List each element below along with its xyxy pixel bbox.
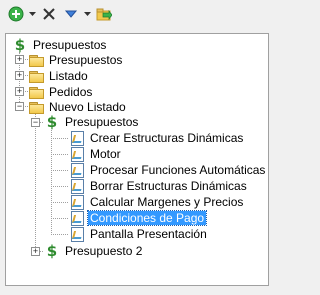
tree-node-label: Calcular Margenes y Precios — [90, 195, 244, 209]
document-icon — [69, 130, 85, 146]
tree-item[interactable]: Motor — [69, 146, 123, 162]
tree-node-presupuesto-2[interactable]: $ Presupuesto 2 — [44, 243, 144, 259]
tree-item[interactable]: Pantalla Presentación — [69, 226, 209, 242]
blue-arrow-down-icon — [64, 10, 78, 18]
tree-item[interactable]: Calcular Margenes y Precios — [69, 194, 245, 210]
dollar-icon: $ — [14, 36, 26, 54]
document-icon — [69, 162, 85, 178]
expand-toggle[interactable]: + — [15, 87, 24, 96]
tree-node-label: Presupuesto 2 — [65, 244, 143, 258]
tree-item-selected[interactable]: Condiciones de Pago — [69, 210, 208, 226]
tree-node-root[interactable]: $ Presupuestos — [12, 37, 108, 53]
expand-toggle[interactable]: + — [31, 247, 40, 256]
tree-node-label: Procesar Funciones Automáticas — [90, 163, 266, 177]
dollar-icon: $ — [46, 242, 58, 260]
folder-arrow-icon — [96, 8, 112, 21]
tree-node-label: Presupuestos — [65, 115, 139, 129]
document-icon — [69, 194, 85, 210]
tree-item[interactable]: Crear Estructuras Dinámicas — [69, 130, 245, 146]
move-down-button[interactable] — [62, 5, 80, 23]
document-icon — [69, 226, 85, 242]
tree-node-label: Pantalla Presentación — [90, 227, 207, 241]
tree-item[interactable]: Borrar Estructuras Dinámicas — [69, 178, 249, 194]
add-dropdown[interactable] — [27, 5, 37, 23]
tree-node-label: Crear Estructuras Dinámicas — [90, 131, 244, 145]
add-button[interactable] — [7, 5, 25, 23]
tree-view[interactable]: $ Presupuestos + Presupuestos + Listado … — [5, 33, 269, 286]
tree-node-label: Motor — [90, 147, 121, 161]
tree-node-presupuestos-sub[interactable]: $ Presupuestos — [44, 114, 140, 130]
folder-open-icon — [28, 99, 44, 115]
collapse-toggle[interactable]: − — [31, 118, 40, 127]
collapse-toggle[interactable]: − — [15, 102, 24, 111]
tree-node-label: Pedidos — [49, 85, 93, 99]
delete-button[interactable] — [40, 5, 58, 23]
tree-node-label: Listado — [49, 69, 88, 83]
tree-node-label: Nuevo Listado — [49, 100, 126, 114]
move-dropdown[interactable] — [82, 5, 92, 23]
tree-node-label: Borrar Estructuras Dinámicas — [90, 179, 247, 193]
document-icon — [69, 210, 85, 226]
expand-toggle[interactable]: + — [15, 55, 24, 64]
tree-node-presupuestos[interactable]: Presupuestos — [28, 52, 124, 68]
x-icon — [43, 8, 55, 20]
tree-node-nuevo-listado[interactable]: Nuevo Listado — [28, 99, 128, 115]
tree-node-label: Condiciones de Pago — [86, 210, 208, 226]
document-icon — [69, 146, 85, 162]
export-button[interactable] — [95, 5, 113, 23]
tree-item[interactable]: Procesar Funciones Automáticas — [69, 162, 267, 178]
green-plus-circle-icon — [8, 6, 24, 22]
expand-toggle[interactable]: + — [15, 71, 24, 80]
tree-node-pedidos[interactable]: Pedidos — [28, 84, 94, 100]
tree-node-label: Presupuestos — [33, 38, 107, 52]
toolbar — [0, 0, 277, 26]
tree-node-listado[interactable]: Listado — [28, 68, 90, 84]
folder-icon — [28, 52, 44, 68]
dropdown-arrow-icon — [28, 12, 36, 16]
folder-icon — [28, 68, 44, 84]
dropdown-arrow-icon — [83, 12, 91, 16]
document-icon — [69, 178, 85, 194]
folder-icon — [28, 84, 44, 100]
dollar-icon: $ — [46, 113, 58, 131]
tree-node-label: Presupuestos — [49, 53, 123, 67]
